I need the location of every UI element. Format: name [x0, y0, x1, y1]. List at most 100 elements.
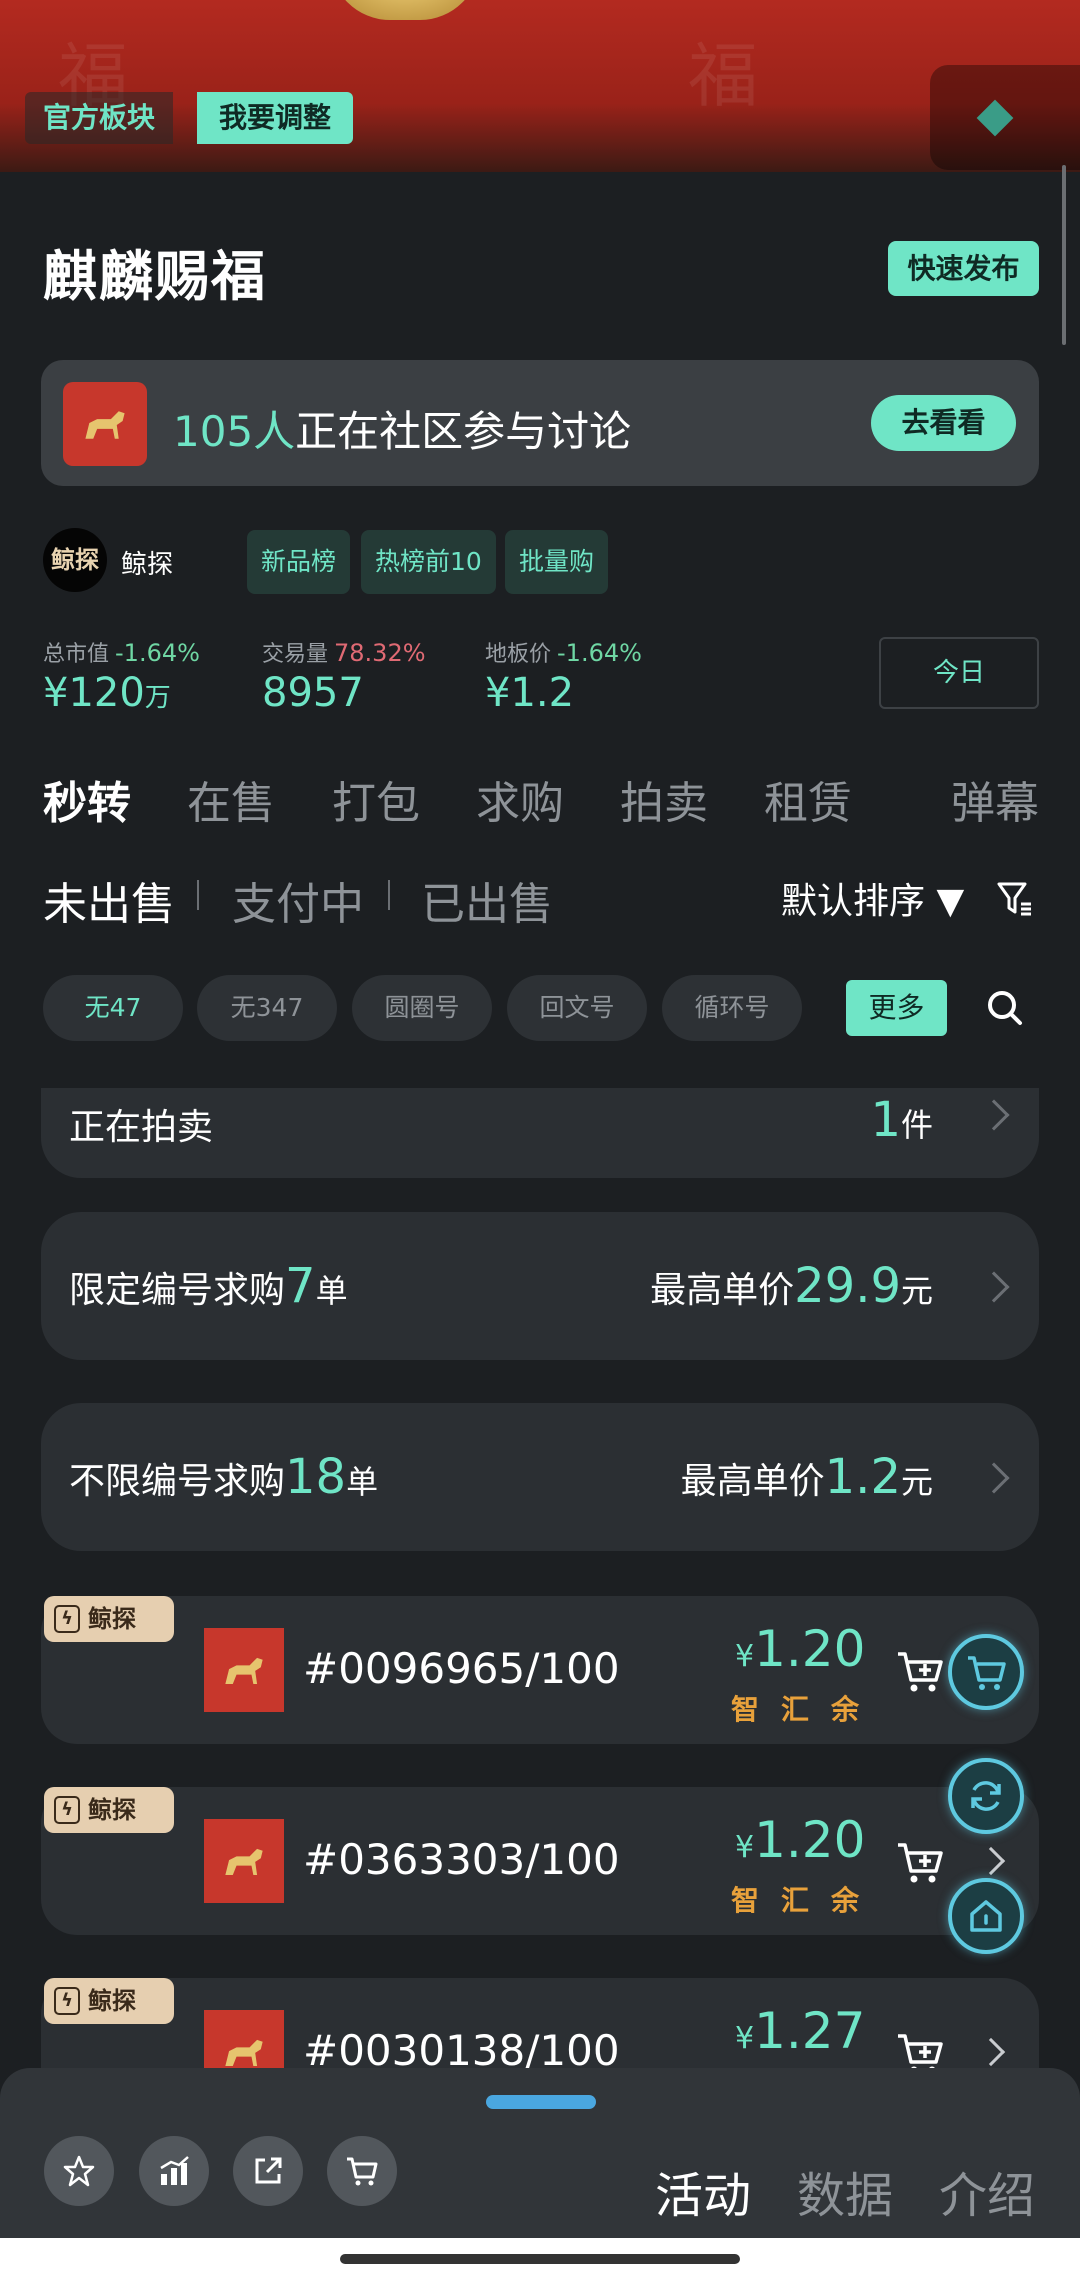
home-icon: [970, 1900, 1002, 1932]
chevron-right-icon: [976, 2037, 1006, 2067]
tab-danmaku[interactable]: 弹幕: [951, 767, 1039, 831]
market-chart-button[interactable]: [139, 2136, 209, 2206]
chevron-right-icon: [978, 1462, 1010, 1494]
listing-item[interactable]: ϟ 鲸探 #0363303/1000 ¥1.20 智汇余: [41, 1787, 1039, 1935]
add-to-cart-icon[interactable]: [896, 1648, 946, 1694]
caret-down-icon: ▼: [936, 881, 965, 922]
subtab-divider: [197, 880, 199, 910]
bolt-icon: ϟ: [54, 1796, 80, 1824]
item-number: #0363303/1000: [303, 1835, 621, 1884]
qilin-icon: [225, 1848, 263, 1875]
market-cap-change: -1.64%: [115, 639, 200, 667]
add-to-cart-icon[interactable]: [896, 1839, 946, 1885]
payment-tags: 智汇余: [731, 1693, 882, 1726]
floor-price-value: ¥1.2: [485, 670, 575, 716]
limited-highest-price: 最高单价29.9元: [650, 1258, 933, 1314]
tab-intro[interactable]: 介绍: [939, 2156, 1035, 2226]
brand-avatar[interactable]: 鲸探: [43, 528, 107, 592]
chip-hot-top10[interactable]: 热榜前10: [361, 530, 496, 594]
adjust-button[interactable]: 我要调整: [197, 92, 354, 144]
star-icon: [63, 2155, 95, 2187]
market-cap-value: ¥120万: [43, 670, 171, 716]
listing-item[interactable]: ϟ 鲸探 #0096965/1000 ¥1.20 智汇余: [41, 1596, 1039, 1744]
qilin-icon: [225, 1657, 263, 1684]
volume-value: 8957: [262, 670, 364, 716]
community-banner[interactable]: 105人正在社区参与讨论 去看看: [41, 360, 1039, 486]
floating-cart-button[interactable]: [948, 1634, 1024, 1710]
auction-label: 正在拍卖: [69, 1107, 214, 1148]
scrollbar[interactable]: [1062, 165, 1066, 345]
quick-publish-button[interactable]: 快速发布: [888, 241, 1039, 296]
go-see-button[interactable]: 去看看: [871, 395, 1016, 451]
chart-icon: [160, 2156, 189, 2185]
item-thumbnail: [204, 1628, 284, 1712]
filter-pill-cycle-number[interactable]: 循环号: [662, 975, 802, 1041]
share-icon: [255, 2157, 282, 2184]
filter-pill-no47[interactable]: 无47: [43, 975, 183, 1041]
search-icon[interactable]: [985, 988, 1025, 1028]
item-price: ¥1.27: [735, 2002, 866, 2060]
community-label: 正在社区参与讨论: [295, 407, 632, 456]
diamond-icon: [976, 99, 1014, 137]
cart-icon: [347, 2157, 378, 2186]
floor-price-change: -1.64%: [557, 639, 642, 667]
chip-new-list[interactable]: 新品榜: [247, 530, 351, 594]
limited-wanted-label: 限定编号求购7单: [69, 1258, 348, 1314]
unlimited-number-wanted-row[interactable]: 不限编号求购18单 最高单价1.2元: [41, 1403, 1039, 1551]
filter-pill-palindrome[interactable]: 回文号: [507, 975, 647, 1041]
subtab-paying[interactable]: 支付中: [232, 868, 364, 932]
tab-activity[interactable]: 活动: [655, 2156, 751, 2226]
chevron-right-icon: [976, 1846, 1006, 1876]
home-indicator[interactable]: [340, 2254, 740, 2264]
filter-pill-no347[interactable]: 无347: [197, 975, 337, 1041]
tab-instant-transfer[interactable]: 秒转: [43, 767, 131, 831]
tab-auction[interactable]: 拍卖: [620, 767, 708, 831]
sort-dropdown[interactable]: 默认排序 ▼: [781, 872, 964, 924]
item-price: ¥1.20: [735, 1620, 866, 1678]
filter-icon[interactable]: [995, 878, 1035, 918]
listing-scroll-area[interactable]: 正在拍卖 1件 限定编号求购7单 最高单价29.9元 不限编号求购18单 最高单…: [0, 1088, 1080, 2088]
drag-handle[interactable]: [486, 2095, 596, 2109]
floating-home-button[interactable]: [948, 1878, 1024, 1954]
period-selector[interactable]: 今日: [879, 637, 1039, 709]
tab-wanted[interactable]: 求购: [476, 767, 564, 831]
cart-button[interactable]: [327, 2136, 397, 2206]
more-filters-button[interactable]: 更多: [846, 980, 947, 1036]
cart-icon: [968, 1656, 1006, 1690]
tab-on-sale[interactable]: 在售: [187, 767, 275, 831]
tab-data[interactable]: 数据: [797, 2156, 893, 2226]
fu-character-right: 福: [688, 35, 758, 117]
platform-badge: ϟ 鲸探: [44, 1596, 174, 1642]
tab-rental[interactable]: 租赁: [764, 767, 852, 831]
qilin-icon: [85, 411, 125, 439]
collection-logo: [63, 382, 147, 466]
official-section-tag[interactable]: 官方板块: [25, 92, 174, 144]
bolt-icon: ϟ: [54, 1987, 80, 2015]
filter-pill-circle-number[interactable]: 圆圈号: [352, 975, 492, 1041]
bolt-icon: ϟ: [54, 1605, 80, 1633]
subtab-unsold[interactable]: 未出售: [43, 868, 175, 932]
item-price: ¥1.20: [735, 1811, 866, 1869]
chip-bulk-buy[interactable]: 批量购: [505, 530, 609, 594]
item-number: #0096965/1000: [303, 1644, 621, 1693]
brand-name[interactable]: 鲸探: [121, 544, 173, 581]
subtab-sold[interactable]: 已出售: [421, 868, 553, 932]
auction-count: 1件: [870, 1092, 933, 1148]
favorite-button[interactable]: [44, 2136, 114, 2206]
community-text: 105人正在社区参与讨论: [173, 398, 631, 459]
participant-count: 105人: [173, 407, 296, 456]
refresh-icon: [971, 1781, 1001, 1811]
tab-bundle[interactable]: 打包: [332, 767, 420, 831]
item-thumbnail: [204, 1819, 284, 1903]
market-cap-label: 总市值 -1.64%: [43, 639, 200, 667]
payment-tags: 智汇余: [731, 1884, 882, 1917]
auction-row[interactable]: 正在拍卖 1件: [41, 1088, 1039, 1178]
floor-price-label: 地板价 -1.64%: [485, 639, 642, 667]
share-button[interactable]: [233, 2136, 303, 2206]
floating-refresh-button[interactable]: [948, 1758, 1024, 1834]
limited-number-wanted-row[interactable]: 限定编号求购7单 最高单价29.9元: [41, 1212, 1039, 1360]
unlimited-wanted-label: 不限编号求购18单: [69, 1449, 379, 1505]
subtab-divider: [388, 880, 390, 910]
banner-side-button[interactable]: [930, 65, 1080, 170]
volume-change: 78.32%: [334, 639, 426, 667]
